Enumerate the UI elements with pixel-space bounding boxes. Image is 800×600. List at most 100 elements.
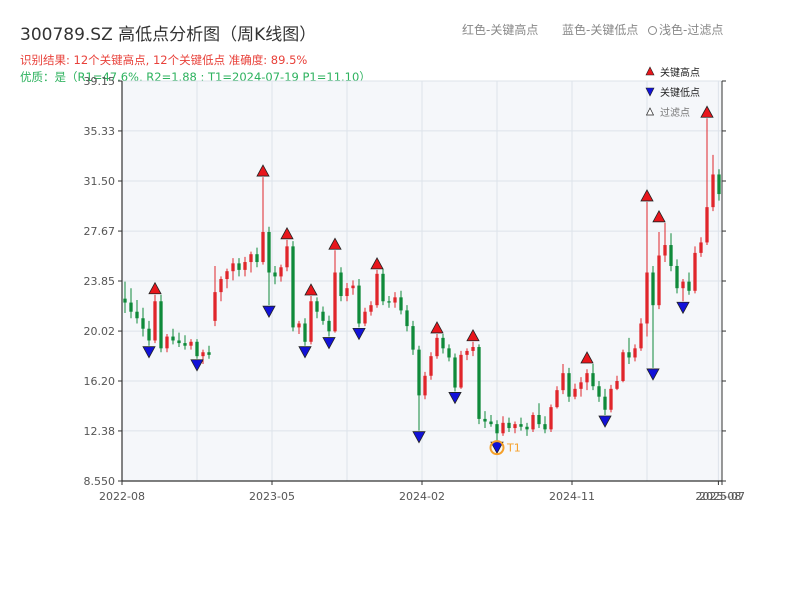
legend-item-label: 关键低点 xyxy=(660,86,700,99)
candle-body xyxy=(249,254,253,263)
candle-body xyxy=(321,311,325,321)
candle-body xyxy=(543,424,547,430)
candle-body xyxy=(303,323,307,342)
candle-body xyxy=(429,356,433,376)
candle-body xyxy=(513,424,517,429)
candle-body xyxy=(495,424,499,434)
t1-label: T1 xyxy=(506,442,521,455)
candle-body xyxy=(699,242,703,253)
candle-body xyxy=(159,301,163,349)
candle-body xyxy=(687,281,691,291)
candle-body xyxy=(363,311,367,324)
candle-body xyxy=(519,424,523,427)
candle-body xyxy=(291,246,295,328)
y-tick-label: 23.85 xyxy=(84,275,116,288)
candle-body xyxy=(285,246,289,268)
candle-body xyxy=(597,386,601,397)
candle-body xyxy=(573,388,577,397)
candle-body xyxy=(471,347,475,351)
candle-body xyxy=(393,297,397,303)
candle-body xyxy=(651,272,655,306)
candle-body xyxy=(483,418,487,422)
candle-body xyxy=(135,311,139,319)
legend-item-label: 过滤点 xyxy=(660,106,690,119)
candle-body xyxy=(603,396,607,410)
candle-body xyxy=(243,262,247,270)
candle-body xyxy=(447,348,451,358)
candle-body xyxy=(717,174,721,195)
x-tick-label: 2023-05 xyxy=(249,490,295,503)
candle-body xyxy=(441,337,445,349)
kline-chart: 39.15 35.33 31.50 27.67 23.85 20.02 16.20 12.38… xyxy=(84,66,745,503)
x-tick-label: 2024-02 xyxy=(399,490,445,503)
candle-body xyxy=(567,373,571,397)
candle-body xyxy=(423,375,427,396)
candle-body xyxy=(387,301,391,303)
candle-body xyxy=(669,245,673,266)
candle-body xyxy=(675,265,679,289)
candle-body xyxy=(621,352,625,381)
candle-body xyxy=(579,382,583,389)
candle-body xyxy=(309,301,313,342)
candle-body xyxy=(435,337,439,357)
y-tick-label: 12.38 xyxy=(84,425,116,438)
candle-body xyxy=(537,414,541,425)
candle-body xyxy=(345,288,349,297)
candle-body xyxy=(561,373,565,391)
candle-body xyxy=(381,273,385,302)
candle-body xyxy=(141,318,145,329)
candle-body xyxy=(507,422,511,429)
candle-body xyxy=(399,297,403,311)
candle-body xyxy=(123,298,127,303)
candle-body xyxy=(375,273,379,306)
candle-body xyxy=(147,328,151,341)
candle-body xyxy=(681,281,685,289)
candle-body xyxy=(501,422,505,434)
x-tick-label: 2025-07 xyxy=(699,490,745,503)
candle-body xyxy=(417,349,421,396)
candle-body xyxy=(195,341,199,357)
y-tick-label: 8.550 xyxy=(84,475,116,488)
candle-body xyxy=(357,285,361,324)
candle-body xyxy=(489,421,493,425)
y-tick-label: 20.02 xyxy=(84,325,116,338)
candle-body xyxy=(459,354,463,388)
candle-body xyxy=(201,352,205,357)
candle-body xyxy=(627,352,631,358)
candle-body xyxy=(267,231,271,273)
x-tick-label: 2024-11 xyxy=(549,490,595,503)
candle-body xyxy=(351,285,355,289)
candle-body xyxy=(333,272,337,332)
candle-body xyxy=(591,373,595,387)
candle-body xyxy=(609,388,613,410)
candle-body xyxy=(555,390,559,408)
candle-body xyxy=(219,279,223,293)
candle-body xyxy=(585,373,589,383)
x-tick-label: 2022-08 xyxy=(99,490,145,503)
candle-body xyxy=(369,305,373,312)
candle-body xyxy=(693,252,697,291)
candle-body xyxy=(411,326,415,350)
legend-item-label: 关键高点 xyxy=(660,66,700,79)
y-tick-label: 27.67 xyxy=(84,225,116,238)
candle-body xyxy=(171,336,175,341)
candle-body xyxy=(525,426,529,430)
candle-body xyxy=(237,263,241,270)
candle-body xyxy=(297,323,301,328)
candle-body xyxy=(339,272,343,297)
candle-body xyxy=(531,414,535,430)
candle-body xyxy=(129,302,133,312)
candle-body xyxy=(711,174,715,208)
candle-body xyxy=(663,245,667,256)
candle-body xyxy=(645,272,649,324)
candle-body xyxy=(465,350,469,355)
red-up-triangle-icon xyxy=(645,66,655,76)
candle-body xyxy=(177,340,181,344)
y-tick-label: 16.20 xyxy=(84,375,116,388)
candle-body xyxy=(477,347,481,419)
candle-body xyxy=(183,343,187,346)
candle-body xyxy=(273,272,277,277)
candle-body xyxy=(189,341,193,346)
candle-body xyxy=(165,336,169,349)
candle-body xyxy=(225,271,229,280)
